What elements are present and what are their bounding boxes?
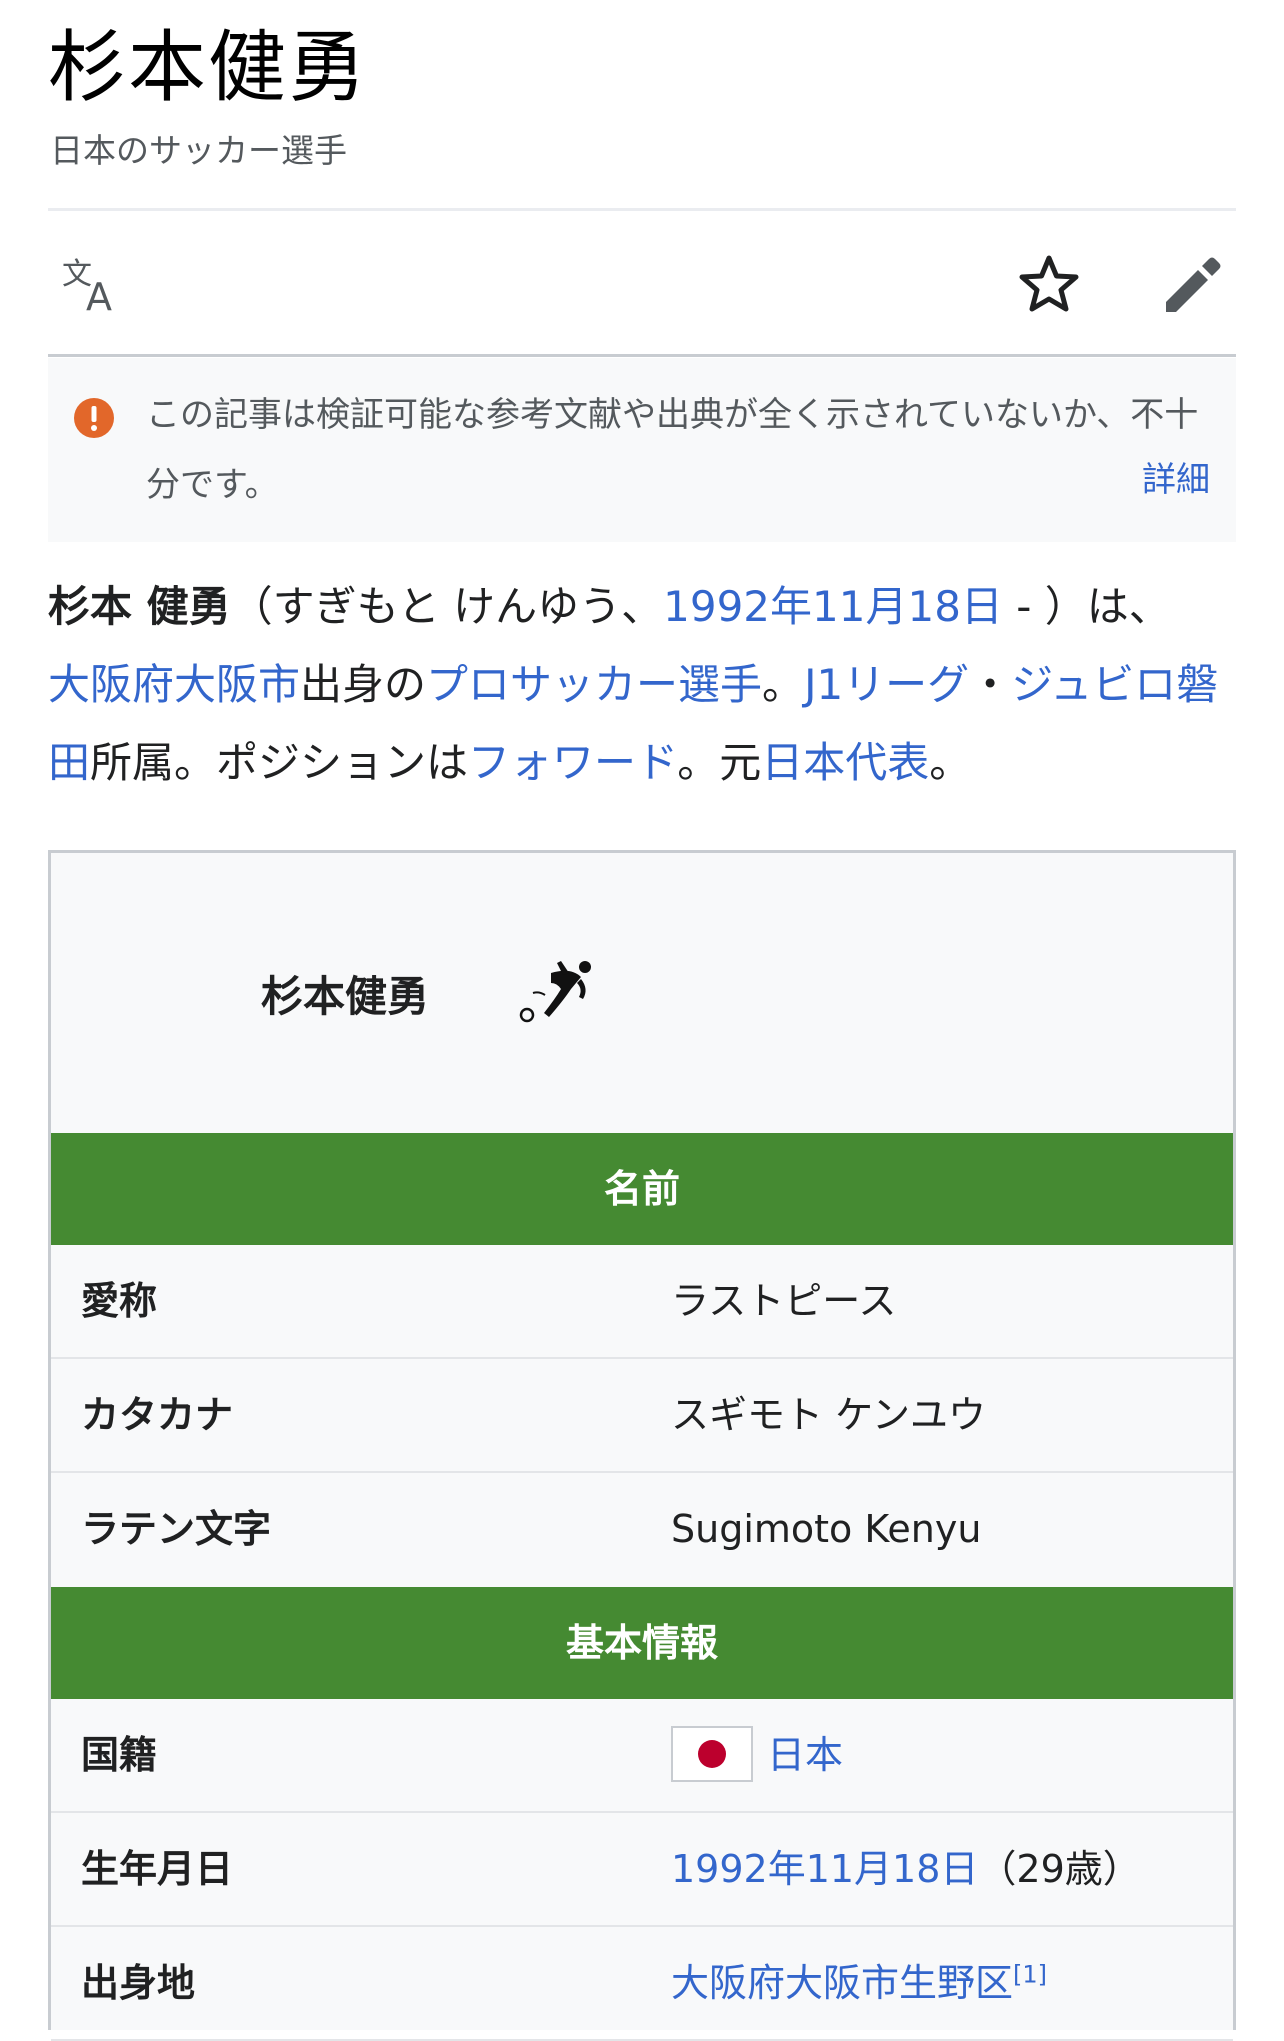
lead-text: 所属。ポジションは [90, 738, 469, 787]
svg-text:A: A [86, 275, 112, 319]
lead-text: ・ [969, 660, 1012, 709]
translate-icon[interactable]: 文 A [58, 250, 128, 320]
lead-text: 。元 [677, 738, 762, 787]
divider [48, 208, 1236, 211]
infobox-row-birthdate: 生年月日 1992年11月18日（29歳） [51, 1813, 1233, 1927]
infobox-section-name: 名前 [51, 1133, 1233, 1245]
divider [48, 354, 1236, 357]
infobox-row: カタカナ スギモト ケンユウ [51, 1359, 1233, 1473]
row-value: スギモト ケンユウ [671, 1393, 986, 1437]
nationality-link[interactable]: 日本 [767, 1733, 843, 1777]
lead-text: - ）は、 [1002, 582, 1171, 631]
row-label: 生年月日 [81, 1847, 234, 1891]
row-label: ラテン文字 [81, 1507, 272, 1551]
row-value: ラストピース [671, 1279, 897, 1323]
exclamation-circle-icon [74, 398, 114, 438]
birthdate-link[interactable]: 1992年11月18日 [663, 582, 1003, 631]
row-label: 愛称 [81, 1279, 158, 1323]
position-link[interactable]: フォワード [468, 738, 677, 787]
row-label: カタカナ [81, 1393, 234, 1437]
notice-text: この記事は検証可能な参考文献や出典が全く示されていないか、不十分です。 [146, 395, 1199, 505]
row-value: 1992年11月18日（29歳） [671, 1813, 1141, 1925]
notice-details-link[interactable]: 詳細 [1142, 452, 1210, 501]
lead-paragraph: 杉本 健勇（すぎもと けんゆう、1992年11月18日 - ）は、大阪府大阪市出… [48, 568, 1238, 802]
row-label: 出身地 [81, 1961, 196, 2005]
infobox-title-row: 杉本健勇 [51, 853, 1233, 1133]
birthplace-link[interactable]: 大阪府大阪市 [48, 660, 300, 709]
page-subtitle: 日本のサッカー選手 [50, 131, 347, 170]
infobox-row-nationality: 国籍 日本 [51, 1699, 1233, 1813]
birthdate-link[interactable]: 1992年11月18日 [671, 1847, 978, 1891]
row-label: 国籍 [81, 1733, 158, 1777]
infobox-row-birthplace: 出身地 大阪府大阪市生野区[1] [51, 1927, 1233, 2041]
infobox-row: 愛称 ラストピース [51, 1245, 1233, 1359]
league-link[interactable]: J1リーグ [804, 660, 969, 709]
profession-link[interactable]: プロサッカー選手 [426, 660, 762, 709]
page-actions-toolbar: 文 A [48, 212, 1236, 354]
subject-name: 杉本 健勇 [48, 582, 231, 631]
national-team-link[interactable]: 日本代表 [761, 738, 929, 787]
reference-link[interactable]: [1] [1013, 1960, 1047, 1988]
lead-text: 。 [762, 660, 805, 709]
lead-text: 出身の [300, 660, 427, 709]
citation-needed-notice[interactable]: この記事は検証可能な参考文献や出典が全く示されていないか、不十分です。 詳細 [48, 358, 1236, 542]
age-text: （29歳） [978, 1847, 1141, 1891]
pencil-icon[interactable] [1156, 250, 1226, 320]
page-title: 杉本健勇 [48, 23, 369, 113]
japan-flag-icon[interactable] [671, 1725, 753, 1782]
reading-text: （すぎもと けんゆう、 [230, 582, 664, 631]
row-value: Sugimoto Kenyu [671, 1507, 982, 1551]
row-value: 大阪府大阪市生野区[1] [671, 1927, 1047, 2039]
lead-text: 。 [929, 738, 972, 787]
birthplace-link[interactable]: 大阪府大阪市生野区 [671, 1961, 1013, 2005]
infobox-section-basic: 基本情報 [51, 1587, 1233, 1699]
star-icon[interactable] [1014, 250, 1084, 320]
infobox: 杉本健勇 名前 愛称 ラストピース カタカナ スギモト ケンユウ ラテン文字 S… [48, 850, 1236, 2041]
row-value: 日本 [671, 1699, 843, 1811]
infobox-row: ラテン文字 Sugimoto Kenyu [51, 1473, 1233, 1587]
infobox-name: 杉本健勇 [261, 972, 430, 1021]
soccer-player-icon [519, 961, 591, 1023]
